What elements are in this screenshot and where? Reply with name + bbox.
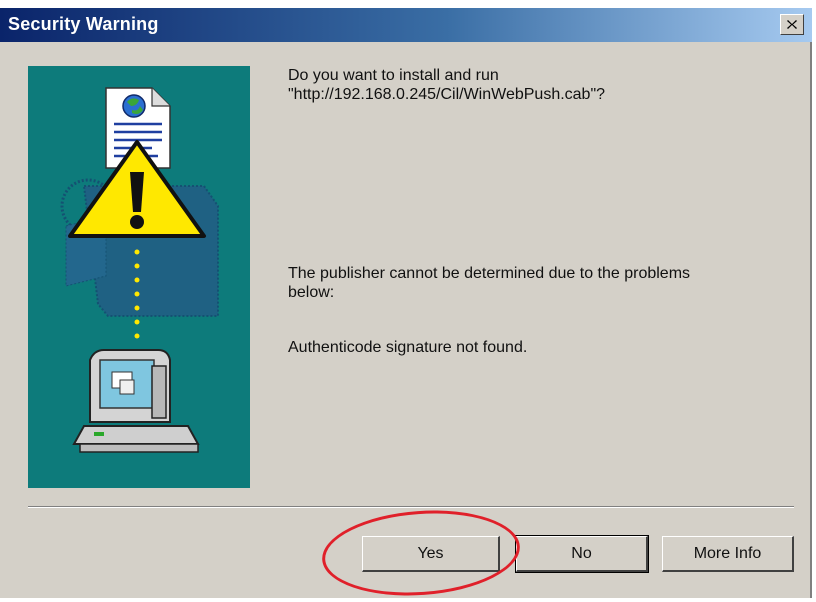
button-separator xyxy=(28,506,794,508)
computer-icon xyxy=(72,349,200,453)
illustration-svg xyxy=(60,87,219,453)
close-x-icon xyxy=(787,20,797,29)
title-bar: Security Warning xyxy=(0,8,812,42)
publisher-line-2: below: xyxy=(288,284,335,301)
install-question: Do you want to install and run "http://1… xyxy=(288,66,788,104)
window-title: Security Warning xyxy=(8,14,159,34)
authenticode-status: Authenticode signature not found. xyxy=(288,339,528,356)
publisher-warning: The publisher cannot be determined due t… xyxy=(288,264,788,302)
close-button[interactable] xyxy=(780,14,804,35)
publisher-line-1: The publisher cannot be determined due t… xyxy=(288,265,691,282)
security-illustration xyxy=(28,66,250,488)
security-warning-dialog: Security Warning Do you want to install … xyxy=(0,8,812,602)
no-button[interactable]: No xyxy=(515,535,649,573)
question-line-2: "http://192.168.0.245/Cil/WinWebPush.cab… xyxy=(288,86,606,103)
question-line-1: Do you want to install and run xyxy=(288,67,499,84)
yes-button[interactable]: Yes xyxy=(362,536,500,572)
more-info-button[interactable]: More Info xyxy=(662,536,794,572)
